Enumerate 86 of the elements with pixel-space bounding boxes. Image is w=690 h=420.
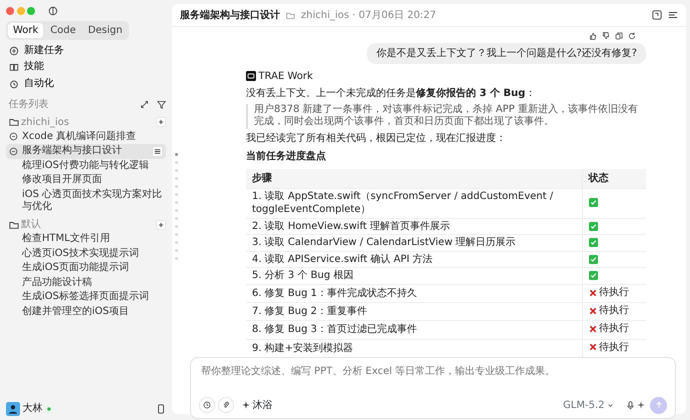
sidebar-nav-item[interactable]: 自动化 xyxy=(6,76,166,92)
status-circle-icon xyxy=(9,132,18,142)
collapse-icon[interactable] xyxy=(140,100,149,109)
folder-label: 默认 xyxy=(21,218,42,232)
user-message: 你是不是又丢上下文了？我上一个问题是什么?还没有修复? xyxy=(367,42,646,64)
device-icon[interactable] xyxy=(156,404,166,414)
status-text: 待执行 xyxy=(588,286,629,300)
task-item[interactable]: 修改项目开屏页面 xyxy=(6,173,166,188)
table-cell: 8. 修复 Bug 3：首页过滤已完成事件 xyxy=(246,320,582,340)
section-heading: 当前任务进度盘点 xyxy=(246,149,327,164)
cross-icon xyxy=(588,325,596,334)
add-icon[interactable] xyxy=(156,117,166,127)
section-title: 任务列表 xyxy=(8,98,50,112)
mode-tab[interactable]: Code xyxy=(45,23,81,38)
folder-icon xyxy=(286,10,295,20)
column-header: 状态 xyxy=(582,168,646,188)
filter-icon[interactable] xyxy=(157,100,166,109)
task-item[interactable]: Xcode 真机编译问题排查 xyxy=(6,130,166,144)
folder-icon xyxy=(8,117,18,127)
copy-icon[interactable] xyxy=(615,32,623,40)
cross-icon xyxy=(588,343,596,352)
table-cell: 1. 读取 AppState.swift（syncFromServer / addCustomEvent / toggleEventComplete） xyxy=(246,188,582,218)
book-icon xyxy=(9,62,19,72)
panel-icon[interactable] xyxy=(652,10,662,20)
task-item[interactable]: 生成iOS页面功能提示词 xyxy=(6,261,166,276)
table-cell: 5. 分析 3 个 Bug 根因 xyxy=(246,268,582,284)
assistant-logo-icon xyxy=(246,71,256,82)
assistant-name: TRAE Work xyxy=(258,70,313,84)
cross-icon xyxy=(588,288,596,297)
arrow-up-icon xyxy=(654,401,662,410)
quoted-report: 用户8378 新建了一条事件，对该事件标记完成，杀掉 APP 重新进入，该事件依旧没有完成，同时会出现两个该事件，首页和日历页面下都出现了该事件。 xyxy=(246,104,646,129)
sparkle-icon xyxy=(242,401,250,410)
conversation-meta: zhichi_ios · 07月06日 20:27 xyxy=(301,8,438,23)
task-item[interactable]: iOS 心透页面技术实现方案对比与优化 xyxy=(6,188,166,214)
table-cell: 7. 修复 Bug 2：重复事件 xyxy=(246,302,582,321)
table-cell: 6. 修复 Bug 1：事件完成状态不持久 xyxy=(246,284,582,303)
mode-tab[interactable]: Design xyxy=(82,23,128,38)
window-control-dot[interactable] xyxy=(27,7,35,15)
refresh-icon[interactable] xyxy=(628,32,636,40)
status-text: 待执行 xyxy=(588,322,629,336)
sidebar-toggle-icon[interactable] xyxy=(48,6,58,16)
sparkle-icon[interactable] xyxy=(637,401,645,410)
new-task-icon xyxy=(9,46,19,56)
conversation-title: 服务端架构与接口设计 xyxy=(180,8,280,23)
list-icon[interactable] xyxy=(152,146,163,157)
mode-tab[interactable]: Work xyxy=(8,23,44,38)
add-icon[interactable] xyxy=(156,220,166,230)
history-button[interactable] xyxy=(199,397,215,414)
message-text: 没有丢上下文。上一个未完成的任务是修复你报告的 3 个 Bug： xyxy=(246,86,536,102)
thumbs-down-icon[interactable] xyxy=(602,32,610,40)
status-text: 待执行 xyxy=(588,304,629,318)
window-control-dot[interactable] xyxy=(6,7,14,15)
user-name: 大林 xyxy=(22,402,42,416)
menu-icon[interactable] xyxy=(668,10,678,20)
status-circle-icon xyxy=(9,146,18,156)
task-item[interactable]: 生成iOS标签选择页面提示词 xyxy=(6,290,166,304)
cross-icon xyxy=(588,306,596,315)
task-item[interactable]: 产品功能设计稿 xyxy=(6,276,166,290)
table-cell: 4. 读取 APIService.swift 确认 API 方法 xyxy=(246,251,582,268)
column-header: 步骤 xyxy=(246,168,582,188)
avatar-icon[interactable] xyxy=(6,402,20,416)
thumbs-up-icon[interactable] xyxy=(589,32,597,40)
task-item[interactable]: 心透页iOS技术实现提示词 xyxy=(6,246,166,261)
folder-label: zhichi_ios xyxy=(21,116,70,130)
message-text: 我已经读完了所有相关代码，根因已定位，现在汇报进度： xyxy=(246,132,507,146)
task-item[interactable]: 梳理iOS付费功能与转化逻辑 xyxy=(6,158,166,173)
message-input[interactable]: 帮你整理论文综述、编写 PPT、分析 Excel 等日常工作，输出专业级工作成果。 沐浴 GLM-5.2 xyxy=(190,356,676,419)
table-cell: 3. 读取 CalendarView / CalendarListView 理解日历展示 xyxy=(246,234,582,252)
status-text: 待执行 xyxy=(588,340,629,354)
clock-icon xyxy=(203,401,211,410)
table-cell: 2. 读取 HomeView.swift 理解首页事件展示 xyxy=(246,218,582,235)
caret-icon xyxy=(607,402,614,409)
task-item[interactable]: 服务端架构与接口设计 xyxy=(6,144,166,158)
paperclip-icon xyxy=(222,401,230,410)
clock-icon xyxy=(9,78,19,89)
attach-button[interactable] xyxy=(218,397,234,414)
task-item[interactable]: 创建并管理空的iOS项目 xyxy=(6,304,166,319)
folder-icon xyxy=(8,220,18,230)
microphone-icon[interactable] xyxy=(626,400,634,410)
sidebar-nav-item[interactable]: 新建任务 xyxy=(6,42,166,59)
status-badge-icon xyxy=(45,404,53,412)
model-selector[interactable]: GLM-5.2 xyxy=(562,396,615,414)
sidebar-nav-item[interactable]: 技能 xyxy=(6,59,166,76)
window-control-dot[interactable] xyxy=(16,7,24,15)
mode-button[interactable]: 沐浴 xyxy=(241,396,274,414)
task-item[interactable]: 检查HTML文件引用 xyxy=(6,232,166,246)
